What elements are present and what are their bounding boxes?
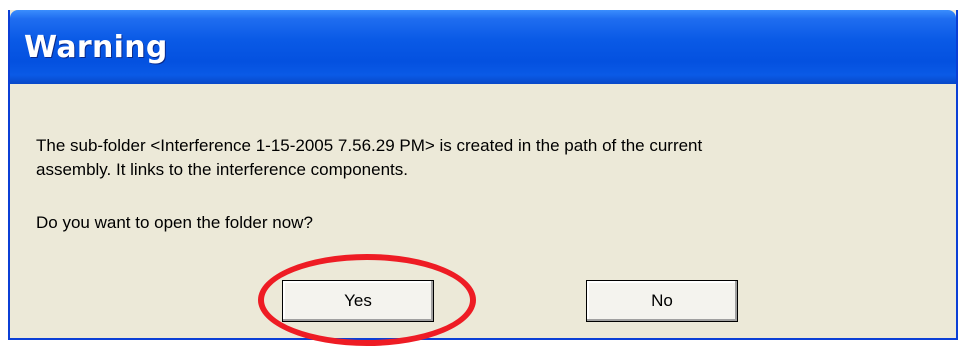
message-line-2: assembly. It links to the interference c… — [36, 160, 408, 179]
dialog-titlebar[interactable]: Warning — [10, 10, 956, 84]
dialog-question: Do you want to open the folder now? — [36, 213, 313, 232]
message-line-1: The sub-folder <Interference 1-15-2005 7… — [36, 136, 703, 155]
dialog-title: Warning — [24, 30, 168, 65]
dialog-message: The sub-folder <Interference 1-15-2005 7… — [36, 134, 916, 182]
no-button[interactable]: No — [586, 280, 738, 322]
warning-dialog: Warning The sub-folder <Interference 1-1… — [8, 10, 958, 346]
yes-button[interactable]: Yes — [282, 280, 434, 322]
